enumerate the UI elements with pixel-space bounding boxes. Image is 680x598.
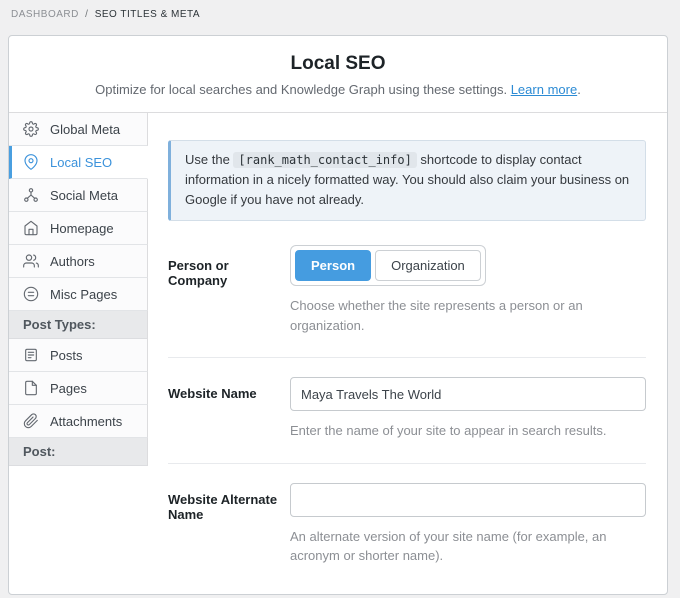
sidebar-item-label: Social Meta — [50, 188, 118, 203]
website-name-label: Website Name — [168, 377, 290, 441]
person-or-company-row: Person or Company Person Organization Ch… — [168, 245, 646, 335]
breadcrumb-separator: / — [85, 9, 88, 20]
website-alternate-name-field: An alternate version of your site name (… — [290, 483, 646, 566]
settings-sidebar: Global Meta Local SEO Social Meta Homepage A… — [9, 113, 148, 598]
shortcode-chip: [rank_math_contact_info] — [233, 152, 416, 168]
person-toggle-button[interactable]: Person — [295, 250, 371, 281]
website-alternate-name-row: Website Alternate Name An alternate vers… — [168, 483, 646, 566]
sidebar-item-homepage[interactable]: Homepage — [9, 212, 148, 245]
row-divider — [168, 463, 646, 464]
users-icon — [23, 253, 39, 269]
list-circle-icon — [23, 286, 39, 302]
person-or-company-label: Person or Company — [168, 245, 290, 335]
person-company-toggle: Person Organization — [290, 245, 486, 286]
sidebar-item-label: Misc Pages — [50, 287, 117, 302]
breadcrumb: DASHBOARD / SEO TITLES & META — [0, 0, 680, 20]
sidebar-item-label: Local SEO — [50, 155, 112, 170]
page-title: Local SEO — [29, 53, 647, 75]
sidebar-item-label: Homepage — [50, 221, 114, 236]
website-alternate-name-label: Website Alternate Name — [168, 483, 290, 566]
row-divider — [168, 357, 646, 358]
location-pin-icon — [23, 154, 39, 170]
sidebar-section-post-types: Post Types: — [9, 311, 148, 339]
person-or-company-field: Person Organization Choose whether the s… — [290, 245, 646, 335]
breadcrumb-current: SEO TITLES & META — [95, 9, 200, 20]
settings-header: Local SEO Optimize for local searches an… — [9, 36, 667, 113]
notice-text-before: Use the — [185, 152, 233, 167]
subtitle-period: . — [577, 82, 581, 97]
page-subtitle: Optimize for local searches and Knowledg… — [29, 82, 647, 97]
share-network-icon — [23, 187, 39, 203]
website-alternate-name-help: An alternate version of your site name (… — [290, 527, 646, 566]
sidebar-item-global-meta[interactable]: Global Meta — [9, 113, 148, 146]
settings-content: Use the [rank_math_contact_info] shortco… — [148, 113, 667, 598]
page-subtitle-text: Optimize for local searches and Knowledg… — [95, 82, 507, 97]
paperclip-icon — [23, 413, 39, 429]
sidebar-item-label: Pages — [50, 381, 87, 396]
learn-more-link[interactable]: Learn more — [511, 82, 577, 97]
settings-body: Global Meta Local SEO Social Meta Homepage A… — [9, 113, 667, 598]
shortcode-notice: Use the [rank_math_contact_info] shortco… — [168, 140, 646, 221]
post-icon — [23, 347, 39, 363]
website-name-help: Enter the name of your site to appear in… — [290, 421, 646, 441]
sidebar-item-local-seo[interactable]: Local SEO — [9, 146, 148, 179]
website-alternate-name-input[interactable] — [290, 483, 646, 517]
settings-card: Local SEO Optimize for local searches an… — [8, 35, 668, 595]
sidebar-item-authors[interactable]: Authors — [9, 245, 148, 278]
sidebar-item-label: Authors — [50, 254, 95, 269]
sidebar-item-label: Posts — [50, 348, 83, 363]
website-name-input[interactable] — [290, 377, 646, 411]
sidebar-section-post: Post: — [9, 438, 148, 466]
sidebar-item-attachments[interactable]: Attachments — [9, 405, 148, 438]
gear-icon — [23, 121, 39, 137]
sidebar-item-social-meta[interactable]: Social Meta — [9, 179, 148, 212]
organization-toggle-button[interactable]: Organization — [375, 250, 481, 281]
sidebar-item-label: Global Meta — [50, 122, 120, 137]
website-name-row: Website Name Enter the name of your site… — [168, 377, 646, 441]
sidebar-item-pages[interactable]: Pages — [9, 372, 148, 405]
sidebar-item-posts[interactable]: Posts — [9, 339, 148, 372]
website-name-field: Enter the name of your site to appear in… — [290, 377, 646, 441]
person-or-company-help: Choose whether the site represents a per… — [290, 296, 646, 335]
home-icon — [23, 220, 39, 236]
sidebar-item-misc-pages[interactable]: Misc Pages — [9, 278, 148, 311]
sidebar-item-label: Attachments — [50, 414, 122, 429]
breadcrumb-dashboard-link[interactable]: DASHBOARD — [11, 9, 79, 20]
page-icon — [23, 380, 39, 396]
